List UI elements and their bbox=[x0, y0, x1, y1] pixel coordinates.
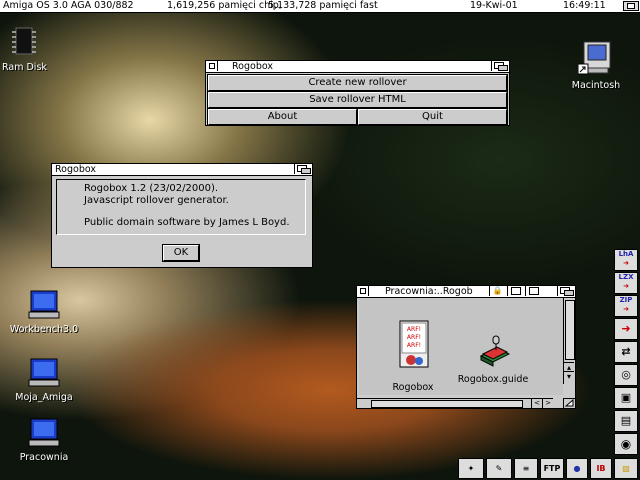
ftp-label: FTP bbox=[543, 464, 561, 473]
pracownia-drawer-window[interactable]: Pracownia:..Rogob 🔒 ARF! ARF! ARF! Rogob… bbox=[356, 285, 576, 409]
iconify-icon[interactable] bbox=[507, 286, 523, 296]
depth-icon[interactable] bbox=[491, 61, 509, 71]
scroll-left-icon[interactable]: < bbox=[531, 398, 542, 408]
horizontal-scrollbar[interactable] bbox=[357, 398, 531, 408]
drawer-content[interactable]: ARF! ARF! ARF! Rogobox Rogobox.guide bbox=[359, 298, 563, 395]
save-rollover-button[interactable]: Save rollover HTML bbox=[207, 91, 508, 109]
ram-disk-label: Ram Disk bbox=[2, 62, 47, 73]
globe-icon[interactable]: ● bbox=[566, 458, 588, 479]
ibrowse-icon[interactable]: IB bbox=[590, 458, 612, 479]
guide-icon-label: Rogobox.guide bbox=[457, 374, 529, 385]
lzx-tool-icon[interactable]: LZX ➜ bbox=[614, 272, 638, 294]
folder-icon[interactable]: ▨ bbox=[614, 458, 638, 479]
window-title: Rogobox bbox=[55, 164, 97, 175]
arrow-tool-icon[interactable]: ➜ bbox=[614, 318, 638, 340]
resize-icon[interactable] bbox=[563, 398, 575, 408]
tool-icon[interactable]: ✦ bbox=[458, 458, 484, 479]
macintosh-icon[interactable]: Macintosh bbox=[568, 40, 624, 91]
lha-label: LhA bbox=[618, 250, 634, 258]
workbench-icon[interactable]: Workbench3.0 bbox=[6, 290, 82, 335]
scroll-down-icon[interactable]: ▾ bbox=[564, 371, 574, 381]
guide-icon[interactable] bbox=[477, 334, 513, 370]
lha-tool-icon[interactable]: LhA ➜ bbox=[614, 249, 638, 271]
about-description: Javascript rollover generator. bbox=[84, 195, 229, 206]
lzx-label: LZX bbox=[618, 273, 634, 281]
ftp-icon[interactable]: FTP bbox=[540, 458, 564, 479]
chip-memory: 1,619,256 pamięci chip, bbox=[167, 0, 282, 11]
ram-disk-icon[interactable]: Ram Disk bbox=[2, 24, 47, 73]
rogobox-icon-label: Rogobox bbox=[392, 382, 434, 393]
scroll-right-icon[interactable]: > bbox=[542, 398, 553, 408]
fast-memory: 5,133,728 pamięci fast bbox=[268, 0, 378, 11]
chip-icon bbox=[12, 27, 36, 55]
vertical-scrollbar[interactable]: ▴ ▾ bbox=[563, 298, 575, 384]
window-title: Pracownia:..Rogob bbox=[385, 286, 473, 297]
svg-text:ARF!: ARF! bbox=[407, 342, 421, 349]
lock-icon[interactable]: 🔒 bbox=[489, 286, 505, 296]
pracownia-label: Pracownia bbox=[19, 452, 69, 463]
monitor-icon bbox=[28, 358, 60, 387]
about-button[interactable]: About bbox=[207, 108, 358, 126]
screen-depth-gadget[interactable] bbox=[623, 1, 639, 11]
rogobox-app-icon[interactable]: ARF! ARF! ARF! bbox=[399, 320, 429, 370]
quit-button[interactable]: Quit bbox=[357, 108, 508, 126]
drives-tool-icon[interactable]: ▣ bbox=[614, 387, 638, 409]
clock: 16:49:11 bbox=[563, 0, 606, 11]
zoom-icon[interactable] bbox=[525, 286, 541, 296]
svg-text:ARF!: ARF! bbox=[407, 326, 421, 333]
monitor-icon bbox=[28, 290, 60, 319]
files-tool-icon[interactable]: ▤ bbox=[614, 410, 638, 432]
amigaguide-book-icon bbox=[479, 335, 511, 367]
brush-icon[interactable]: ✎ bbox=[486, 458, 512, 479]
about-author: Public domain software by James L Boyd. bbox=[84, 217, 290, 228]
pracownia-icon[interactable]: Pracownia bbox=[6, 418, 82, 463]
zip-label: ZIP bbox=[619, 296, 633, 304]
scroll-up-icon[interactable]: ▴ bbox=[564, 362, 574, 372]
depth-icon[interactable] bbox=[294, 164, 312, 174]
rogobox-program-icon: ARF! ARF! ARF! bbox=[399, 320, 429, 368]
disk-tool-icon[interactable]: ◎ bbox=[614, 364, 638, 386]
svg-text:ARF!: ARF! bbox=[407, 334, 421, 341]
about-text-box: Rogobox 1.2 (23/02/2000). Javascript rol… bbox=[56, 179, 306, 235]
window-title-bar[interactable]: Rogobox bbox=[206, 61, 509, 73]
rogobox-menu-window[interactable]: Rogobox Create new rollover Save rollove… bbox=[205, 60, 510, 126]
window-title-bar[interactable]: Pracownia:..Rogob 🔒 bbox=[357, 286, 575, 298]
screen-title-bar[interactable]: Amiga OS 3.0 AGA 030/882 1,619,256 pamię… bbox=[0, 0, 640, 13]
close-icon[interactable] bbox=[357, 286, 369, 296]
about-window[interactable]: Rogobox Rogobox 1.2 (23/02/2000). Javasc… bbox=[51, 163, 313, 268]
scroll-knob[interactable] bbox=[371, 400, 523, 408]
scroll-knob[interactable] bbox=[565, 300, 575, 360]
about-version: Rogobox 1.2 (23/02/2000). bbox=[84, 183, 219, 194]
transfer-tool-icon[interactable]: ⇄ bbox=[614, 341, 638, 363]
zip-tool-icon[interactable]: ZIP ➜ bbox=[614, 295, 638, 317]
window-title-bar[interactable]: Rogobox bbox=[52, 164, 312, 176]
depth-icon[interactable] bbox=[557, 286, 575, 296]
create-rollover-button[interactable]: Create new rollover bbox=[207, 74, 508, 92]
window-title: Rogobox bbox=[232, 61, 274, 72]
workbench-label: Workbench3.0 bbox=[9, 324, 79, 335]
settings-icon[interactable]: ≡ bbox=[514, 458, 538, 479]
os-version: Amiga OS 3.0 AGA 030/882 bbox=[3, 0, 134, 11]
moja-amiga-label: Moja_Amiga bbox=[15, 392, 73, 403]
date: 19-Kwi-01 bbox=[470, 0, 518, 11]
close-icon[interactable] bbox=[206, 61, 218, 71]
ok-button[interactable]: OK bbox=[162, 244, 200, 262]
moja-amiga-icon[interactable]: Moja_Amiga bbox=[6, 358, 82, 403]
mac-computer-icon bbox=[577, 41, 611, 75]
monitor-icon bbox=[28, 418, 60, 447]
macintosh-label: Macintosh bbox=[571, 80, 621, 91]
eye-tool-icon[interactable]: ◉ bbox=[614, 433, 638, 455]
